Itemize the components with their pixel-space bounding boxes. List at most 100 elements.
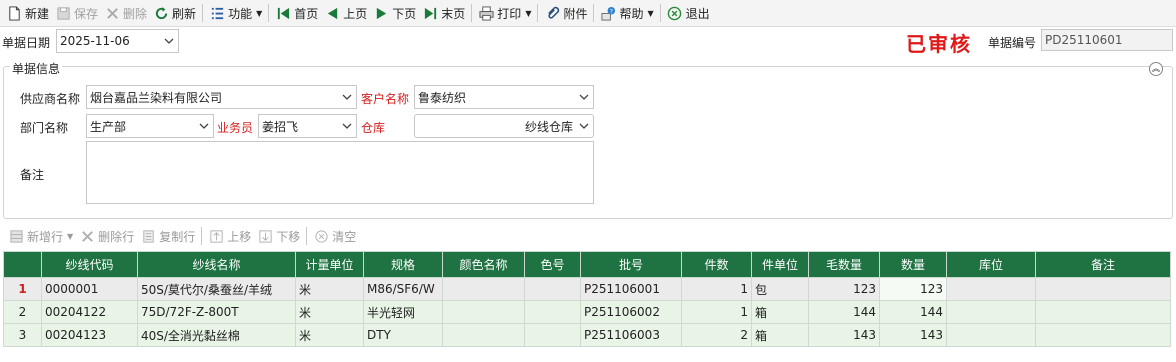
table-row[interactable]: 2 00204122 75D/72F-Z-800T 米 半光轻网 P251106… [3,300,1171,324]
cell-spec[interactable]: DTY [363,323,443,347]
col-header-remark[interactable]: 备注 [1035,251,1171,278]
table-row[interactable]: 3 00204123 40S/全消光黏丝棉 米 DTY P251106003 2… [3,323,1171,347]
cell-remark[interactable] [1035,277,1171,301]
warehouse-combo[interactable]: 纱线仓库 [414,114,594,138]
delete-button[interactable]: 删除 [101,2,150,24]
col-header-yarn-code[interactable]: 纱线代码 [41,251,138,278]
function-menu-button[interactable]: 功能 ▼ [206,2,265,24]
cell-unit[interactable]: 米 [295,300,364,324]
col-header-qty[interactable]: 数量 [879,251,947,278]
toolbar-divider [268,4,270,22]
cell-qty[interactable]: 123 [879,277,947,301]
first-page-button[interactable]: 首页 [272,2,321,24]
col-header-pieces[interactable]: 件数 [681,251,752,278]
cell-yarn-name[interactable]: 40S/全消光黏丝棉 [137,323,296,347]
attachment-button[interactable]: 附件 [541,2,590,24]
cell-location[interactable] [946,277,1036,301]
print-menu-button[interactable]: 打印 ▼ [475,2,534,24]
col-header-rowno [3,251,42,278]
col-header-yarn-name[interactable]: 纱线名称 [137,251,296,278]
new-button[interactable]: 新建 [3,2,52,24]
last-page-button[interactable]: 末页 [419,2,468,24]
col-header-unit[interactable]: 计量单位 [295,251,364,278]
cell-batch[interactable]: P251106001 [580,277,682,301]
cell-yarn-name[interactable]: 50S/莫代尔/桑蚕丝/羊绒 [137,277,296,301]
cell-spec[interactable]: 半光轻网 [363,300,443,324]
supplier-combo[interactable]: 烟台嘉品兰染料有限公司 [86,85,357,109]
department-combo[interactable]: 生产部 [86,114,214,138]
col-header-location[interactable]: 库位 [946,251,1036,278]
exit-button[interactable]: 退出 [664,2,713,24]
supplier-label: 供应商名称 [20,92,81,106]
department-value: 生产部 [90,119,127,134]
cell-yarn-code[interactable]: 00204123 [41,323,138,347]
cell-color-name[interactable] [442,323,525,347]
copy-row-button[interactable]: 复制行 [137,225,198,247]
col-header-spec[interactable]: 规格 [363,251,443,278]
cell-batch[interactable]: P251106002 [580,300,682,324]
cell-qty[interactable]: 143 [879,323,947,347]
delete-row-button[interactable]: 删除行 [76,225,137,247]
col-header-color-no[interactable]: 色号 [524,251,581,278]
col-header-batch[interactable]: 批号 [580,251,682,278]
customer-combo[interactable]: 鲁泰纺织 [414,85,594,109]
doc-number-field[interactable]: PD25110601 [1041,29,1173,51]
next-page-button[interactable]: 下页 [370,2,419,24]
cell-pieces[interactable]: 2 [681,323,752,347]
refresh-button[interactable]: 刷新 [150,2,199,24]
toolbar-divider [201,227,203,245]
cell-unit[interactable]: 米 [295,277,364,301]
cell-gross-qty[interactable]: 143 [808,323,880,347]
cell-unit[interactable]: 米 [295,323,364,347]
new-label: 新建 [25,6,50,21]
chevron-down-icon [579,123,589,129]
cell-pieces[interactable]: 1 [681,300,752,324]
cell-yarn-code[interactable]: 00204122 [41,300,138,324]
cell-batch[interactable]: P251106003 [580,323,682,347]
help-menu-button[interactable]: ? 帮助 ▼ [597,2,656,24]
collapse-button[interactable]: ︽ [1149,62,1163,76]
move-down-button[interactable]: 下移 [254,225,303,247]
cell-pieces[interactable]: 1 [681,277,752,301]
info-group-title: 单据信息 [10,60,63,77]
cell-color-no[interactable] [524,277,581,301]
department-label: 部门名称 [20,121,69,135]
col-header-color-name[interactable]: 颜色名称 [442,251,525,278]
clear-button[interactable]: 清空 [310,225,359,247]
first-page-label: 首页 [294,6,319,21]
arrow-down-icon [257,228,273,244]
remark-textarea[interactable] [86,141,594,204]
date-picker[interactable]: 2025-11-06 [56,29,179,53]
cell-color-no[interactable] [524,323,581,347]
refresh-icon [153,5,169,21]
cell-piece-unit[interactable]: 包 [751,277,809,301]
cell-location[interactable] [946,300,1036,324]
cell-remark[interactable] [1035,323,1171,347]
cell-piece-unit[interactable]: 箱 [751,323,809,347]
prev-page-button[interactable]: 上页 [321,2,370,24]
cell-gross-qty[interactable]: 123 [808,277,880,301]
toolbar-divider [537,4,539,22]
delete-icon [79,228,95,244]
cell-spec[interactable]: M86/SF6/W [363,277,443,301]
col-header-gross-qty[interactable]: 毛数量 [808,251,880,278]
add-row-button[interactable]: 新增行 ▼ [5,225,76,247]
table-row[interactable]: 1 0000001 50S/莫代尔/桑蚕丝/羊绒 米 M86/SF6/W P25… [3,277,1171,301]
cell-yarn-code[interactable]: 0000001 [41,277,138,301]
cell-color-name[interactable] [442,277,525,301]
cell-remark[interactable] [1035,300,1171,324]
help-icon: ? [600,5,616,21]
cell-yarn-name[interactable]: 75D/72F-Z-800T [137,300,296,324]
cell-color-no[interactable] [524,300,581,324]
cell-gross-qty[interactable]: 144 [808,300,880,324]
col-header-piece-unit[interactable]: 件单位 [751,251,809,278]
collapse-up-icon: ︽ [1152,64,1160,73]
salesman-combo[interactable]: 姜招飞 [258,114,357,138]
move-up-button[interactable]: 上移 [205,225,254,247]
save-button[interactable]: 保存 [52,2,101,24]
cell-location[interactable] [946,323,1036,347]
main-toolbar: 新建 保存 删除 刷新 功能 ▼ 首页 上页 下页 末页 打印 ▼ 附件 ? 帮… [0,0,1176,27]
cell-color-name[interactable] [442,300,525,324]
cell-piece-unit[interactable]: 箱 [751,300,809,324]
cell-qty[interactable]: 144 [879,300,947,324]
